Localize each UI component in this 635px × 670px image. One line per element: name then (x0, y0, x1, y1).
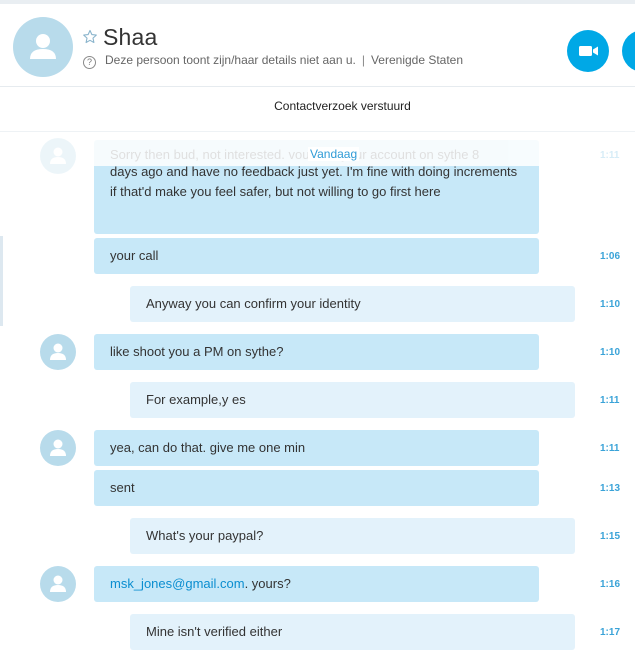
contact-status-line: ? Deze persoon toont zijn/haar details ni… (83, 53, 463, 69)
sender-avatar-icon[interactable] (40, 334, 76, 370)
contact-request-banner: Contactverzoek verstuurd (274, 99, 411, 113)
message-timestamp: 1:15 (600, 531, 621, 542)
message-timestamp: 1:11 (600, 150, 620, 161)
message-text: . yours? (244, 576, 291, 591)
video-camera-icon (579, 46, 598, 56)
info-circle-icon: ? (83, 56, 96, 69)
day-divider: Vandaag (308, 147, 360, 161)
message-text: days ago and have no feedback just yet. … (110, 166, 518, 199)
conversation-header: Shaa ? Deze persoon toont zijn/haar detai… (0, 4, 635, 87)
message-bubble-outgoing[interactable]: What's your paypal? (130, 518, 575, 554)
email-link[interactable]: msk_jones@gmail.com (110, 576, 245, 591)
message-bubble-incoming[interactable]: yea, can do that. give me one min (94, 430, 539, 466)
message-bubble-incoming[interactable]: msk_jones@gmail.com. yours? (94, 566, 539, 602)
video-call-button[interactable] (567, 30, 609, 72)
message-timestamp: 1:06 (600, 251, 621, 262)
audio-call-button[interactable] (622, 30, 635, 72)
message-bubble-incoming[interactable]: like shoot you a PM on sythe? (94, 334, 539, 370)
message-bubble-outgoing[interactable]: For example,y es (130, 382, 575, 418)
sender-avatar-icon (40, 138, 76, 174)
message-bubble-incoming[interactable]: sent (94, 470, 539, 506)
message-timestamp: 1:13 (600, 483, 621, 494)
message-timestamp: 1:11 (600, 443, 620, 454)
sender-avatar-icon[interactable] (40, 430, 76, 466)
phone-icon (622, 30, 635, 72)
message-bubble-outgoing[interactable]: Anyway you can confirm your identity (130, 286, 575, 322)
message-timestamp: 1:16 (600, 579, 621, 590)
message-timestamp: 1:10 (600, 299, 621, 310)
star-outline-icon[interactable] (82, 29, 98, 45)
message-bubble-outgoing[interactable]: Mine isn't verified either (130, 614, 575, 650)
status-separator: | (361, 53, 365, 67)
sender-avatar-icon[interactable] (40, 566, 76, 602)
contact-status-text: Deze persoon toont zijn/haar details nie… (105, 53, 356, 67)
contact-name[interactable]: Shaa (103, 24, 158, 51)
message-timestamp: 1:11 (600, 395, 620, 406)
message-timestamp: 1:17 (600, 627, 621, 638)
message-bubble-incoming[interactable]: your call (94, 238, 539, 274)
message-bubble-incoming[interactable]: days ago and have no feedback just yet. … (94, 166, 539, 234)
message-timestamp: 1:10 (600, 347, 621, 358)
contact-avatar-icon[interactable] (13, 17, 73, 77)
message-list[interactable]: Sorry then bud, not interested. vouched … (0, 132, 635, 670)
contact-location: Verenigde Staten (370, 53, 464, 67)
